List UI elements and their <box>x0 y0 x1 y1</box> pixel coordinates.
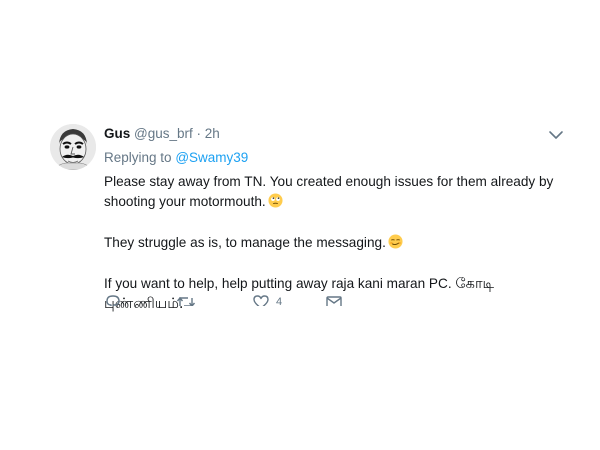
tweet-card[interactable]: Gus @gus_brf · 2h Replying to @Swamy39 P… <box>0 0 600 450</box>
tweet-text-3: If you want to help, help putting away r… <box>104 276 452 291</box>
author-handle[interactable]: @gus_brf <box>134 126 193 141</box>
tweet-body: Please stay away from TN. You created en… <box>104 172 574 314</box>
tweet-header: Gus @gus_brf · 2h <box>104 126 220 141</box>
reply-button[interactable] <box>104 294 122 306</box>
envelope-icon <box>326 296 342 306</box>
timestamp[interactable]: 2h <box>205 126 220 141</box>
like-count: 4 <box>276 296 283 306</box>
dm-button[interactable] <box>325 294 343 306</box>
like-button[interactable]: 4 <box>252 294 282 306</box>
tweet-text-2: They struggle as is, to manage the messa… <box>104 235 386 250</box>
eye-roll-emoji-icon <box>268 193 283 208</box>
heart-icon <box>253 295 269 306</box>
avatar[interactable] <box>50 124 96 170</box>
author-name[interactable]: Gus <box>104 126 130 141</box>
replying-prefix: Replying to <box>104 150 172 165</box>
separator-dot: · <box>196 126 202 141</box>
mention-link[interactable]: @Swamy39 <box>175 150 248 165</box>
tweet-paragraph-2: They struggle as is, to manage the messa… <box>104 233 574 253</box>
chevron-down-icon[interactable] <box>548 128 564 140</box>
smirk-emoji-icon <box>388 234 403 249</box>
replying-to: Replying to @Swamy39 <box>104 150 248 165</box>
tweet-text-1: Please stay away from TN. You created en… <box>104 174 554 209</box>
retweet-icon <box>176 296 196 306</box>
tweet-paragraph-1: Please stay away from TN. You created en… <box>104 172 574 212</box>
reply-icon <box>106 295 120 306</box>
portrait-icon <box>50 124 96 170</box>
tweet-actions: 4 <box>104 294 364 306</box>
retweet-button[interactable] <box>176 294 196 306</box>
